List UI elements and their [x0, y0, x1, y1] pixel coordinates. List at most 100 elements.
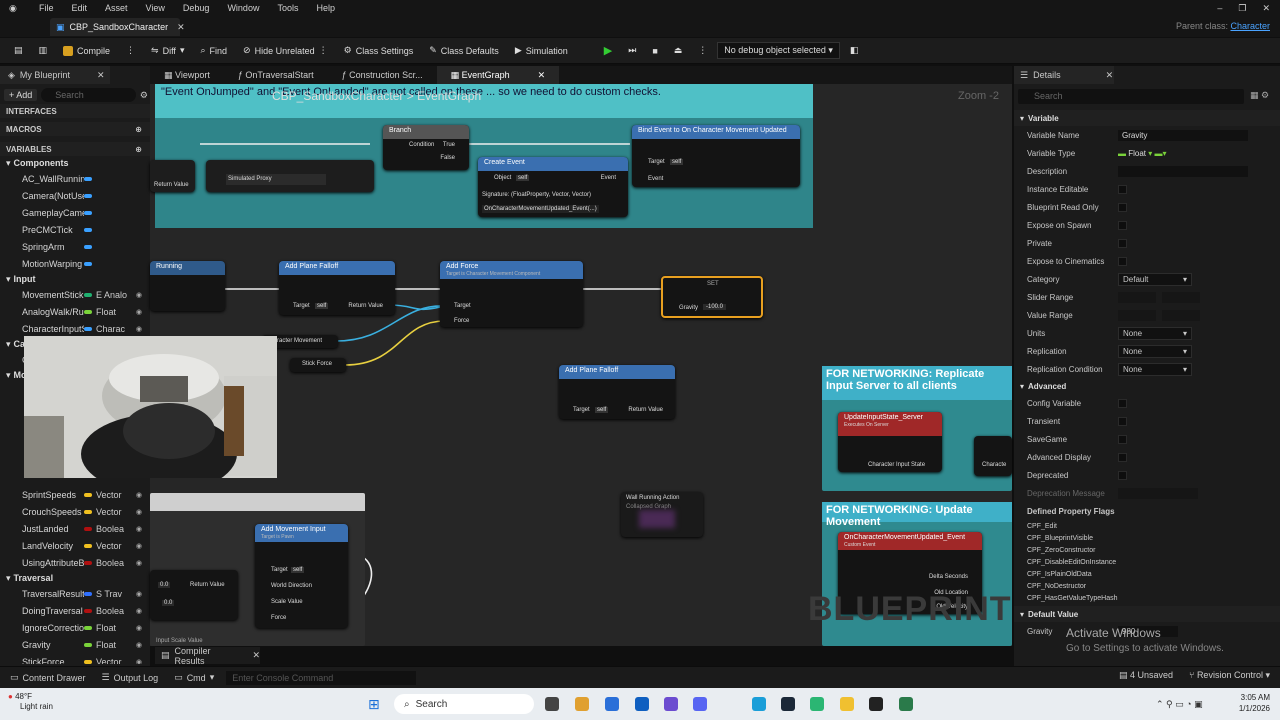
variable-row[interactable]: SpringArm — [0, 238, 150, 255]
range-fields[interactable] — [1118, 291, 1200, 303]
tab-viewport[interactable]: ▦ Viewport — [150, 66, 224, 84]
cmd-select[interactable]: ▭ Cmd ▾ — [170, 672, 218, 683]
variable-row[interactable]: LandVelocity Vector ◉ — [0, 537, 150, 554]
variable-row[interactable]: CrouchSpeeds Vector ◉ — [0, 503, 150, 520]
diff-button[interactable]: ⇋ Diff ▾ — [145, 43, 190, 58]
variable-row[interactable]: StickForce Vector ◉ — [0, 653, 150, 665]
unreal-taskbar-icon[interactable] — [869, 697, 883, 711]
app-icon[interactable] — [635, 697, 649, 711]
variable-row[interactable]: DoingTraversal Boolea ◉ — [0, 602, 150, 619]
teams-icon[interactable] — [664, 697, 678, 711]
app-icon[interactable] — [575, 697, 589, 711]
checkbox[interactable] — [1118, 398, 1127, 408]
my-blueprint-tab[interactable]: ◈ My Blueprint ✕ — [0, 66, 110, 84]
add-variable-icon[interactable]: ⊕ — [135, 145, 142, 154]
revision-control-button[interactable]: ⑂ Revision Control ▾ — [1189, 670, 1270, 681]
task-view-icon[interactable] — [545, 697, 559, 711]
set-gravity-node[interactable]: SET Gravity -100.0 — [661, 276, 763, 318]
details-tab[interactable]: ☰ Details ✕ — [1014, 66, 1114, 84]
range-input[interactable] — [1118, 291, 1156, 303]
visibility-eye-icon[interactable]: ◉ — [136, 508, 142, 516]
stop-icon[interactable]: ■ — [646, 44, 663, 58]
dropdown[interactable]: None ▾ — [1118, 344, 1192, 358]
content-drawer-button[interactable]: ▭ Content Drawer — [6, 672, 90, 683]
file-explorer-icon[interactable] — [840, 697, 854, 711]
debug-filter-icon[interactable]: ◧ — [844, 43, 865, 58]
menu-tools[interactable]: Tools — [268, 3, 307, 13]
visibility-eye-icon[interactable]: ◉ — [136, 525, 142, 533]
interfaces-header[interactable]: INTERFACES — [0, 104, 150, 118]
add-plane-falloff-node-2[interactable]: Add Plane Falloff Target self Return Val… — [559, 365, 675, 419]
debug-object-select[interactable]: No debug object selected ▾ — [717, 42, 840, 59]
checkbox[interactable] — [1118, 238, 1127, 248]
bind-event-node[interactable]: Bind Event to On Character Movement Upda… — [632, 125, 800, 187]
range-input[interactable] — [1162, 291, 1200, 303]
menu-edit[interactable]: Edit — [63, 3, 97, 13]
variable-row[interactable]: UsingAttributeB Boolea ◉ — [0, 554, 150, 571]
variable-section[interactable]: ▾ Variable — [1014, 110, 1280, 126]
console-input[interactable]: Enter Console Command — [226, 670, 417, 685]
close-tab-icon[interactable]: ✕ — [538, 70, 546, 81]
dropdown[interactable]: None ▾ — [1118, 326, 1192, 340]
save-icon[interactable]: ▤ — [8, 43, 29, 58]
switch-node[interactable]: Simulated Proxy — [206, 160, 374, 192]
stick-force-getter[interactable]: Stick Force — [290, 358, 346, 372]
add-movement-input-node[interactable]: Add Movement Input Target is Pawn Target … — [255, 524, 348, 628]
menu-view[interactable]: View — [137, 3, 174, 13]
default-value-section[interactable]: ▾ Default Value — [1014, 606, 1280, 622]
compile-button[interactable]: Compile — [57, 44, 116, 58]
clock[interactable]: 3:05 AM 1/1/2026 — [1239, 692, 1270, 714]
checkbox[interactable] — [1118, 434, 1127, 444]
settings-icon[interactable]: ⚙ — [140, 90, 148, 101]
variable-row[interactable]: MotionWarping — [0, 255, 150, 272]
details-search-input[interactable]: Search — [1018, 89, 1244, 104]
close-icon[interactable]: ✕ — [1262, 3, 1270, 14]
text-field[interactable] — [1118, 165, 1248, 177]
wall-running-node[interactable]: Running — [150, 261, 225, 311]
add-button[interactable]: + Add — [4, 89, 38, 101]
variable-row[interactable]: GameplayCamera — [0, 204, 150, 221]
checkbox[interactable] — [1118, 452, 1127, 462]
tray-icons[interactable]: ⌃ ⚲ ▭ ◔ ▣ — [1156, 699, 1203, 710]
vector-node-cut[interactable]: Return Value 0.0 0.0 — [150, 570, 238, 620]
class-settings-button[interactable]: ⚙ Class Settings — [338, 43, 420, 58]
parent-class-link[interactable]: Character — [1230, 21, 1270, 31]
networking-comment-2[interactable]: FOR NETWORKING: Update Movement — [822, 502, 1012, 528]
category-traversal[interactable]: ▾ Traversal — [0, 571, 150, 585]
minimize-icon[interactable]: – — [1217, 3, 1222, 13]
table-view-icon[interactable]: ▦ ⚙ — [1250, 90, 1269, 101]
checkbox[interactable] — [1118, 220, 1127, 230]
cut-node[interactable]: Return Value — [150, 160, 195, 192]
variable-row[interactable]: IgnoreCorrectio Float ◉ — [0, 619, 150, 636]
browse-icon[interactable]: ▥ — [33, 43, 54, 58]
visibility-eye-icon[interactable]: ◉ — [136, 641, 142, 649]
variable-row[interactable]: JustLanded Boolea ◉ — [0, 520, 150, 537]
dropdown[interactable]: None ▾ — [1118, 362, 1192, 376]
hide-unrelated-button[interactable]: ⊘ Hide Unrelated ⋮ — [237, 43, 334, 58]
variable-row[interactable]: AnalogWalk/Rur Float ◉ — [0, 303, 150, 320]
edge-icon[interactable] — [752, 697, 766, 711]
app-icon[interactable] — [810, 697, 824, 711]
maximize-icon[interactable]: ❐ — [1238, 3, 1246, 14]
steam-icon[interactable] — [781, 697, 795, 711]
visibility-eye-icon[interactable]: ◉ — [136, 325, 142, 333]
range-fields[interactable] — [1118, 309, 1200, 321]
unreal-logo-icon[interactable]: ◉ — [0, 3, 30, 14]
advanced-section[interactable]: ▾ Advanced — [1014, 378, 1280, 394]
cut-node-right[interactable]: Characte — [974, 436, 1012, 476]
text-field[interactable]: Gravity — [1118, 129, 1248, 141]
add-macro-icon[interactable]: ⊕ — [135, 125, 142, 134]
menu-debug[interactable]: Debug — [174, 3, 219, 13]
checkbox[interactable] — [1118, 470, 1127, 480]
tab-on-traversal-start[interactable]: ƒ OnTraversalStart — [224, 66, 328, 84]
update-input-state-event[interactable]: UpdateInputState_Server Executes On Serve… — [838, 412, 942, 472]
visibility-eye-icon[interactable]: ◉ — [136, 308, 142, 316]
compile-options-icon[interactable]: ⋮ — [120, 43, 141, 58]
visibility-eye-icon[interactable]: ◉ — [136, 607, 142, 615]
checkbox[interactable] — [1118, 416, 1127, 426]
variable-row[interactable]: CharacterInputS Charac ◉ — [0, 320, 150, 337]
taskbar-search[interactable]: ⌕ Search — [394, 694, 534, 714]
menu-asset[interactable]: Asset — [96, 3, 137, 13]
deprecation-message-field[interactable] — [1118, 487, 1198, 499]
variable-row[interactable]: PreCMCTick — [0, 221, 150, 238]
